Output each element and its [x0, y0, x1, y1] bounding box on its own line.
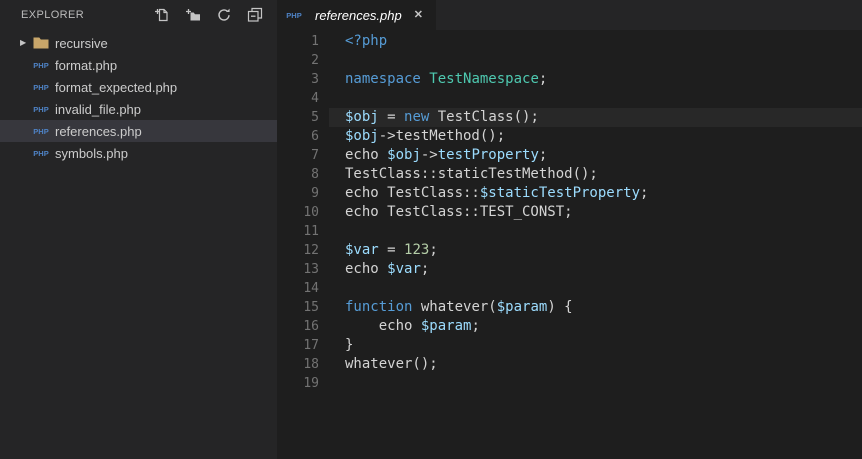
sidebar-item-references-php[interactable]: ▶ PHP references.php — [0, 120, 277, 142]
file-label: invalid_file.php — [55, 101, 142, 117]
refresh-icon — [216, 7, 232, 23]
collapse-all-button[interactable] — [247, 7, 263, 23]
line-number: 5 — [311, 110, 319, 125]
tab-bar: PHP references.php ✕ — [277, 0, 862, 30]
close-icon[interactable]: ✕ — [412, 9, 425, 21]
chevron-right-icon: ▶ — [20, 38, 27, 47]
line-number: 13 — [303, 262, 319, 277]
line-number: 4 — [311, 91, 319, 106]
line-code: echo TestClass::TEST_CONST; — [345, 204, 573, 220]
refresh-button[interactable] — [216, 7, 232, 23]
explorer-title: EXPLORER — [21, 9, 85, 21]
line-number: 15 — [303, 300, 319, 315]
sidebar-item-format-expected-php[interactable]: ▶ PHP format_expected.php — [0, 76, 277, 98]
editor-group: PHP references.php ✕ 1 <?php 2 3 namespa… — [277, 0, 862, 459]
code-editor[interactable]: 1 <?php 2 3 namespace TestNamespace; 4 5… — [277, 30, 862, 459]
line-number: 6 — [311, 129, 319, 144]
php-icon: PHP — [33, 82, 49, 92]
code-line: 8 TestClass::staticTestMethod(); — [277, 165, 862, 184]
new-folder-button[interactable] — [185, 7, 201, 23]
file-label: references.php — [55, 123, 142, 139]
line-number: 1 — [311, 34, 319, 49]
line-code: } — [345, 337, 354, 353]
code-line: 13 echo $var; — [277, 260, 862, 279]
code-line: 18 whatever(); — [277, 355, 862, 374]
php-icon: PHP — [33, 126, 49, 136]
tab-bar-empty-space — [434, 0, 862, 30]
code-line: 17 } — [277, 336, 862, 355]
line-number: 2 — [311, 53, 319, 68]
php-icon: PHP — [33, 60, 49, 70]
code-line: 16 echo $param; — [277, 317, 862, 336]
code-line: 4 — [277, 89, 862, 108]
code-line: 10 echo TestClass::TEST_CONST; — [277, 203, 862, 222]
line-number: 3 — [311, 72, 319, 87]
code-line: 9 echo TestClass::$staticTestProperty; — [277, 184, 862, 203]
file-label: format_expected.php — [55, 79, 178, 95]
line-code: $var = 123; — [345, 242, 438, 258]
file-label: symbols.php — [55, 145, 128, 161]
line-code: echo TestClass::$staticTestProperty; — [345, 185, 649, 201]
new-file-button[interactable] — [154, 7, 170, 23]
line-code: namespace TestNamespace; — [345, 71, 548, 87]
code-line: 7 echo $obj->testProperty; — [277, 146, 862, 165]
code-line: 19 — [277, 374, 862, 393]
line-code: $obj = new TestClass(); — [329, 108, 862, 127]
line-code: TestClass::staticTestMethod(); — [345, 166, 598, 182]
file-tree: ▶ recursive ▶ PHP format.php ▶ PHP forma… — [0, 32, 277, 164]
code-line: 6 $obj->testMethod(); — [277, 127, 862, 146]
line-number: 17 — [303, 338, 319, 353]
code-line: 5 $obj = new TestClass(); — [277, 108, 862, 127]
code-line: 15 function whatever($param) { — [277, 298, 862, 317]
sidebar-item-symbols-php[interactable]: ▶ PHP symbols.php — [0, 142, 277, 164]
new-file-icon — [154, 7, 170, 23]
line-code: whatever(); — [345, 356, 438, 372]
line-number: 7 — [311, 148, 319, 163]
code-line: 2 — [277, 51, 862, 70]
line-number: 8 — [311, 167, 319, 182]
line-code: echo $obj->testProperty; — [345, 147, 548, 163]
sidebar-item-invalid-file-php[interactable]: ▶ PHP invalid_file.php — [0, 98, 277, 120]
new-folder-icon — [185, 7, 201, 23]
sidebar-item-format-php[interactable]: ▶ PHP format.php — [0, 54, 277, 76]
line-number: 9 — [311, 186, 319, 201]
line-number: 16 — [303, 319, 319, 334]
file-label: recursive — [55, 35, 108, 51]
code-line: 12 $var = 123; — [277, 241, 862, 260]
tab-label: references.php — [315, 7, 402, 23]
line-number: 10 — [303, 205, 319, 220]
line-code: $obj->testMethod(); — [345, 128, 506, 144]
php-icon: PHP — [33, 148, 49, 158]
tab-references-php[interactable]: PHP references.php ✕ — [277, 0, 435, 30]
folder-icon — [33, 35, 49, 51]
line-code: echo $var; — [345, 261, 430, 277]
line-number: 11 — [303, 224, 319, 239]
explorer-header: EXPLORER — [0, 0, 277, 30]
collapse-all-icon — [247, 7, 263, 23]
line-code: function whatever($param) { — [345, 299, 573, 315]
code-line: 11 — [277, 222, 862, 241]
php-icon: PHP — [33, 104, 49, 114]
line-code: <?php — [345, 33, 388, 49]
code-line: 1 <?php — [277, 32, 862, 51]
file-label: format.php — [55, 57, 118, 73]
php-icon: PHP — [286, 10, 302, 20]
code-line: 3 namespace TestNamespace; — [277, 70, 862, 89]
line-number: 14 — [303, 281, 319, 296]
sidebar-item-recursive[interactable]: ▶ recursive — [0, 32, 277, 54]
line-number: 19 — [303, 376, 319, 391]
line-code: echo $param; — [345, 318, 480, 334]
explorer-sidebar: EXPLORER ▶ recursive PHP format.php PHP … — [0, 0, 277, 459]
line-number: 18 — [303, 357, 319, 372]
line-number: 12 — [303, 243, 319, 258]
explorer-actions — [139, 7, 263, 23]
code-line: 14 — [277, 279, 862, 298]
